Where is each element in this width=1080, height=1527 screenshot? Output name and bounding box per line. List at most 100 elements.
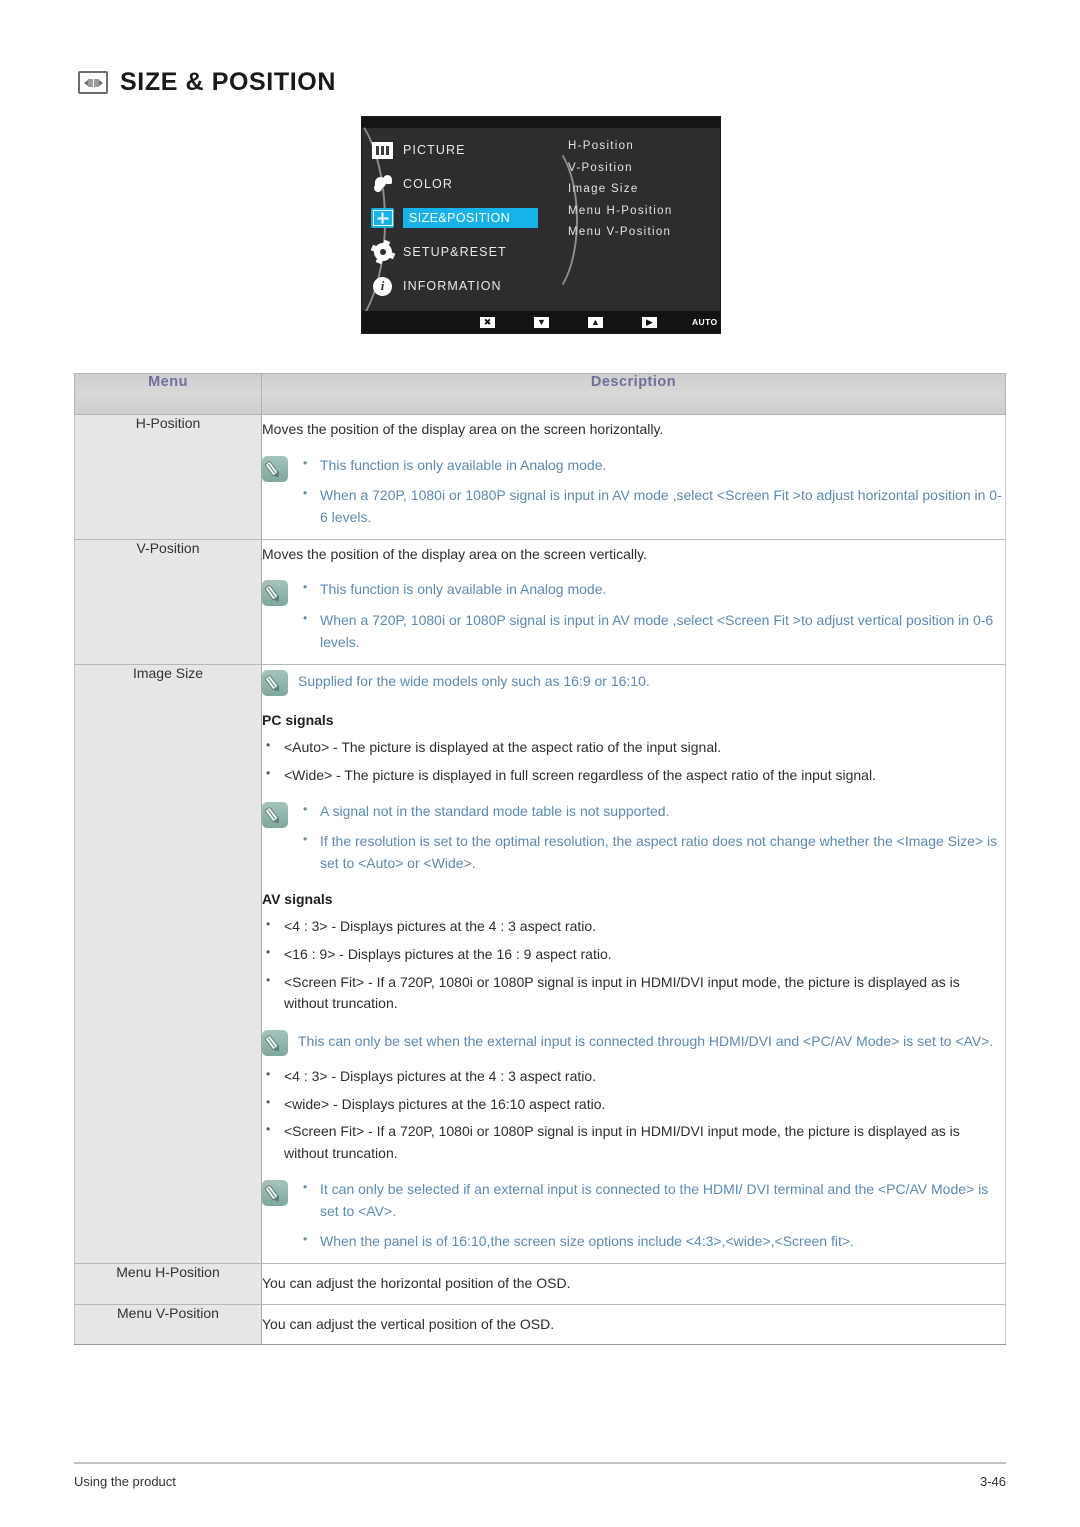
menu-name-image-size: Image Size	[74, 664, 262, 1264]
av-signals-list-2: <4 : 3> - Displays pictures at the 4 : 3…	[262, 1065, 1005, 1165]
footer-section-label: Using the product	[74, 1474, 176, 1489]
note-list: It can only be selected if an external i…	[298, 1178, 1005, 1253]
note-block: Supplied for the wide models only such a…	[262, 669, 1005, 696]
column-header-menu: Menu	[74, 373, 262, 415]
footer-page-number: 3-46	[979, 1474, 1006, 1489]
list-item: <Auto> - The picture is displayed at the…	[262, 736, 1005, 759]
description-v-position: Moves the position of the display area o…	[261, 539, 1006, 665]
table-row: Menu V-Position You can adjust the verti…	[74, 1304, 1006, 1346]
menu-description-table: Menu Description H-Position Moves the po…	[74, 373, 1006, 1346]
osd-submenu-item-h-position[interactable]: H-Position	[568, 136, 673, 158]
menu-name-menu-v-position: Menu V-Position	[74, 1304, 262, 1346]
exit-button[interactable]: ✖	[480, 316, 495, 328]
menu-name-v-position: V-Position	[74, 539, 262, 665]
description-menu-h-position: You can adjust the horizontal position o…	[261, 1263, 1006, 1305]
up-button[interactable]: ▲	[588, 316, 603, 328]
note-block: This function is only available in Analo…	[262, 454, 1005, 529]
list-item: When a 720P, 1080i or 1080P signal is in…	[298, 484, 1005, 528]
note-pencil-icon	[262, 1179, 288, 1206]
chevron-up-icon: ▲	[591, 316, 600, 327]
osd-top-bar	[362, 117, 720, 128]
auto-label: AUTO	[692, 317, 718, 327]
description-lead: You can adjust the vertical position of …	[262, 1315, 555, 1332]
description-h-position: Moves the position of the display area o…	[261, 414, 1006, 540]
size-position-icon	[78, 71, 108, 94]
list-item: If the resolution is set to the optimal …	[298, 830, 1005, 874]
osd-menu-label: SETUP&RESET	[403, 245, 507, 259]
note-pencil-icon	[262, 801, 288, 828]
osd-submenu: H-Position V-Position Image Size Menu H-…	[568, 136, 673, 244]
osd-button-bar: ✖ ▼ ▲ ▶ AUTO ⏻	[362, 311, 720, 333]
list-item: This function is only available in Analo…	[298, 578, 1005, 601]
footer-divider	[74, 1462, 1006, 1464]
color-icon	[371, 174, 394, 194]
description-lead: Moves the position of the display area o…	[262, 421, 664, 437]
note-pencil-icon	[262, 1030, 288, 1057]
table-row: V-Position Moves the position of the dis…	[74, 539, 1006, 665]
list-item: <4 : 3> - Displays pictures at the 4 : 3…	[262, 1065, 1005, 1088]
description-image-size: Supplied for the wide models only such a…	[261, 664, 1006, 1264]
osd-submenu-item-menu-h-position[interactable]: Menu H-Position	[568, 201, 673, 223]
table-row: H-Position Moves the position of the dis…	[74, 414, 1006, 540]
auto-button[interactable]: AUTO	[692, 317, 718, 327]
osd-submenu-item-menu-v-position[interactable]: Menu V-Position	[568, 222, 673, 244]
list-item: <Screen Fit> - If a 720P, 1080i or 1080P…	[262, 1120, 1005, 1164]
size-position-icon	[371, 208, 394, 228]
av-signals-list-1: <4 : 3> - Displays pictures at the 4 : 3…	[262, 915, 1005, 1015]
description-menu-v-position: You can adjust the vertical position of …	[261, 1304, 1006, 1346]
list-item: This function is only available in Analo…	[298, 454, 1005, 477]
list-item: A signal not in the standard mode table …	[298, 800, 1005, 823]
menu-name-menu-h-position: Menu H-Position	[74, 1263, 262, 1305]
exit-icon: ✖	[483, 316, 492, 327]
note-pencil-icon	[262, 669, 288, 696]
page-title: SIZE & POSITION	[120, 68, 336, 96]
osd-menu-label: PICTURE	[403, 143, 466, 157]
osd-screenshot: PICTURE COLOR SIZE&POSITION SETUP&RESET …	[361, 116, 721, 334]
osd-menu-item-size-position[interactable]: SIZE&POSITION	[371, 201, 546, 235]
osd-submenu-item-v-position[interactable]: V-Position	[568, 158, 673, 180]
osd-menu-item-picture[interactable]: PICTURE	[371, 133, 546, 167]
document-page: SIZE & POSITION PICTURE COLOR SIZE&POSIT…	[0, 0, 1080, 1527]
note-list: A signal not in the standard mode table …	[298, 800, 1005, 875]
list-item: It can only be selected if an external i…	[298, 1178, 1005, 1222]
list-item: When the panel is of 16:10,the screen si…	[298, 1230, 1005, 1253]
note-text: This can only be set when the external i…	[298, 1033, 994, 1050]
note-text: Supplied for the wide models only such a…	[298, 672, 650, 689]
osd-submenu-item-image-size[interactable]: Image Size	[568, 179, 673, 201]
down-button[interactable]: ▼	[534, 316, 549, 328]
osd-menu-item-color[interactable]: COLOR	[371, 167, 546, 201]
description-lead: Moves the position of the display area o…	[262, 545, 647, 562]
page-title-row: SIZE & POSITION	[78, 68, 336, 97]
note-list: This function is only available in Analo…	[298, 578, 1005, 653]
subheading-pc-signals: PC signals	[262, 711, 334, 728]
picture-icon	[371, 140, 394, 160]
table-header-row: Menu Description	[74, 373, 1006, 415]
info-icon: i	[371, 276, 394, 296]
list-item: <Screen Fit> - If a 720P, 1080i or 1080P…	[262, 971, 1005, 1015]
list-item: When a 720P, 1080i or 1080P signal is in…	[298, 609, 1005, 653]
note-pencil-icon	[262, 580, 288, 607]
table-row: Image Size Supplied for the wide models …	[74, 664, 1006, 1264]
osd-menu-item-setup-reset[interactable]: SETUP&RESET	[371, 235, 546, 269]
note-pencil-icon	[262, 455, 288, 482]
note-block: This can only be set when the external i…	[262, 1029, 1005, 1057]
table-row: Menu H-Position You can adjust the horiz…	[74, 1263, 1006, 1305]
osd-menu-label: COLOR	[403, 177, 453, 191]
gear-icon	[371, 242, 394, 262]
pc-signals-list: <Auto> - The picture is displayed at the…	[262, 736, 1005, 786]
note-block: It can only be selected if an external i…	[262, 1178, 1005, 1253]
note-block: A signal not in the standard mode table …	[262, 800, 1005, 875]
enter-button[interactable]: ▶	[642, 316, 657, 328]
column-header-description: Description	[261, 373, 1006, 415]
osd-menu-label: INFORMATION	[403, 279, 502, 293]
osd-body: PICTURE COLOR SIZE&POSITION SETUP&RESET …	[362, 117, 720, 333]
play-right-icon: ▶	[646, 316, 653, 327]
osd-menu-label: SIZE&POSITION	[403, 208, 538, 228]
note-block: This function is only available in Analo…	[262, 578, 1005, 653]
note-list: This function is only available in Analo…	[298, 454, 1005, 529]
chevron-down-icon: ▼	[537, 316, 546, 327]
subheading-av-signals: AV signals	[262, 890, 333, 907]
osd-menu-item-information[interactable]: i INFORMATION	[371, 269, 546, 303]
list-item: <wide> - Displays pictures at the 16:10 …	[262, 1093, 1005, 1116]
menu-name-h-position: H-Position	[74, 414, 262, 540]
